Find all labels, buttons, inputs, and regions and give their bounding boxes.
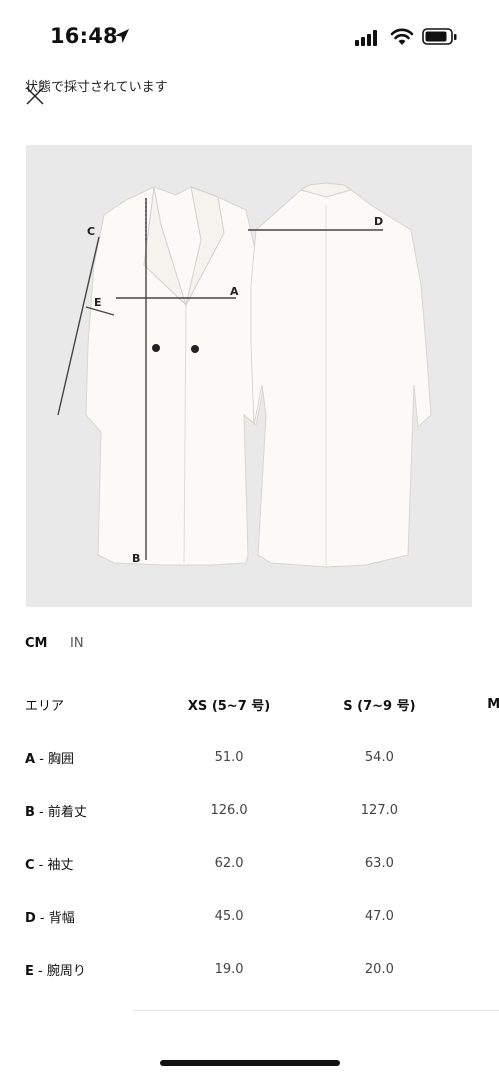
unit-cm-tab[interactable]: CM	[25, 636, 47, 651]
marker-d: D	[374, 215, 383, 228]
marker-a: A	[230, 285, 239, 298]
row-key: C	[25, 858, 35, 873]
table-row: E - 腕周り 19.0 20.0	[0, 943, 499, 996]
table-row: C - 袖丈 62.0 63.0	[0, 837, 499, 890]
marker-e: E	[94, 296, 102, 309]
row-label: D - 背幅	[0, 890, 167, 943]
garment-measurement-figure: A B C D E	[26, 145, 472, 607]
table-header-row: エリア XS (5~7 号) S (7~9 号) M	[0, 678, 499, 731]
row-name: - 前着丈	[34, 805, 87, 820]
coat-back-illustration	[250, 182, 432, 568]
cell-xs: 51.0	[214, 750, 244, 765]
row-label: C - 袖丈	[0, 837, 167, 890]
close-icon[interactable]	[25, 86, 45, 106]
row-key: B	[25, 805, 35, 820]
clock: 16:48	[50, 24, 118, 48]
cell-s: 20.0	[364, 962, 394, 977]
cell-s: 127.0	[360, 803, 398, 818]
coat-diagram: A B C D E	[57, 182, 432, 568]
marker-c: C	[87, 225, 95, 238]
column-header-s: S (7~9 号)	[343, 699, 416, 714]
row-name: - 背幅	[35, 911, 75, 926]
measurement-note: 状態で採寸されています	[25, 80, 168, 95]
cell-xs: 19.0	[214, 962, 244, 977]
table-row: B - 前着丈 126.0 127.0	[0, 784, 499, 837]
unit-in-tab[interactable]: IN	[70, 636, 84, 651]
cell-s: 54.0	[364, 750, 394, 765]
coat-front-illustration	[85, 186, 265, 566]
row-key: A	[25, 752, 36, 767]
marker-b: B	[132, 552, 140, 565]
signal-icon	[355, 30, 377, 46]
cell-s: 63.0	[364, 856, 394, 871]
home-indicator[interactable]	[160, 1060, 340, 1066]
row-name: - 袖丈	[34, 858, 74, 873]
table-row: A - 胸囲 51.0 54.0	[0, 731, 499, 784]
table-row: D - 背幅 45.0 47.0	[0, 890, 499, 943]
row-name: - 胸囲	[35, 752, 75, 767]
column-header-xs: XS (5~7 号)	[187, 699, 271, 714]
location-arrow-icon	[115, 29, 129, 43]
area-header: エリア	[25, 699, 65, 714]
size-table: エリア XS (5~7 号) S (7~9 号) M A - 胸囲 51.0 5…	[0, 678, 499, 996]
status-bar: 16:48	[0, 0, 499, 70]
row-label: E - 腕周り	[0, 943, 167, 996]
cell-xs: 62.0	[214, 856, 244, 871]
row-name: - 腕周り	[33, 964, 86, 979]
row-key: E	[25, 964, 34, 979]
wifi-icon	[390, 28, 414, 45]
row-label: B - 前着丈	[0, 784, 167, 837]
cell-xs: 126.0	[210, 803, 248, 818]
divider	[133, 1010, 499, 1011]
row-key: D	[25, 911, 36, 926]
cell-xs: 45.0	[214, 909, 244, 924]
column-header-m: M	[487, 697, 499, 712]
battery-icon	[422, 28, 457, 45]
row-label: A - 胸囲	[0, 731, 167, 784]
cell-s: 47.0	[364, 909, 394, 924]
